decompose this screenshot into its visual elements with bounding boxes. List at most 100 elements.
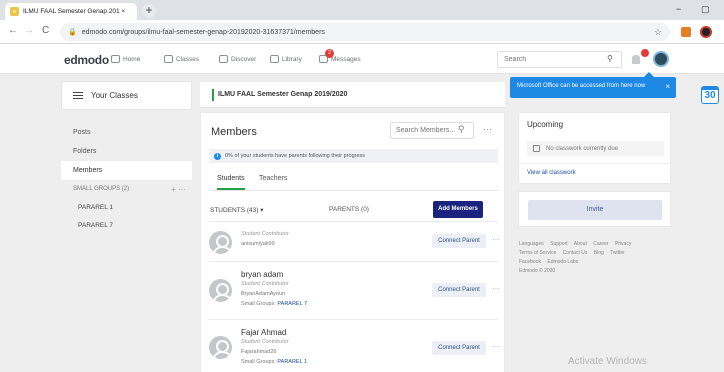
avatar[interactable] [209, 231, 232, 254]
sidebar-item-folders[interactable]: Folders [61, 142, 192, 161]
footer-link[interactable]: Support [550, 241, 568, 247]
nav-discover[interactable]: Discover [219, 55, 256, 63]
tooltip-close-icon[interactable]: × [665, 82, 670, 91]
upcoming-empty-text: No classwork currently due [546, 145, 619, 152]
your-classes-label: Your Classes [91, 91, 138, 100]
minimize-icon[interactable]: − [676, 4, 681, 14]
home-icon [111, 55, 120, 63]
copyright: Edmodo © 2020 [519, 268, 556, 274]
sidebar-item-members[interactable]: Members [61, 161, 192, 180]
search-icon[interactable]: ⚲ [458, 124, 465, 135]
info-icon: i [214, 152, 221, 160]
member-group-link[interactable]: PARAREL 1 [277, 359, 307, 365]
info-text: 0% of your students have parents followi… [225, 153, 366, 159]
footer-link[interactable]: About [574, 241, 587, 247]
footer-link[interactable]: Terms of Service [519, 250, 556, 256]
nav-library[interactable]: Library [270, 55, 302, 63]
footer-link[interactable]: Contact Us [563, 250, 588, 256]
member-role: Student Contributor [241, 231, 289, 237]
more-options-icon[interactable]: ··· [492, 284, 500, 293]
address-bar[interactable]: 🔒 edmodo.com/groups/ilmu-faal-semester-g… [60, 23, 670, 41]
nav-messages-label: Messages [331, 55, 361, 63]
search-icon[interactable]: ⚲ [607, 54, 613, 63]
discover-icon [219, 55, 228, 63]
nav-home-label: Home [123, 55, 141, 63]
back-icon[interactable]: ← [8, 25, 18, 36]
footer-link[interactable]: Edmodo Labs [547, 259, 578, 265]
extension-icon[interactable] [681, 27, 691, 37]
footer-link[interactable]: Career [593, 241, 608, 247]
new-tab-button[interactable]: + [142, 4, 156, 18]
more-options-icon[interactable]: ··· [492, 235, 500, 244]
office-tooltip: Microsoft Office can be accessed from he… [510, 72, 676, 98]
invite-card: Invite [518, 191, 671, 227]
member-group: Small Groups: PARAREL 7 [241, 301, 307, 307]
nav-classes-label: Classes [176, 55, 200, 63]
messages-badge: 2 [325, 49, 334, 58]
members-title: Members [211, 126, 257, 138]
upcoming-card: Upcoming No classwork currently due View… [518, 112, 671, 184]
browser-tabstrip: e ILMU FAAL Semester Genap 201 × + − ▢ [0, 0, 724, 20]
calendar-icon[interactable]: 30 [701, 86, 719, 104]
member-role: Student Contributor [241, 339, 289, 345]
connect-parent-button[interactable]: Connect Parent [432, 234, 486, 248]
footer-link[interactable]: Languages [519, 241, 544, 247]
more-options-icon[interactable]: ··· [483, 124, 492, 134]
tab-students[interactable]: Students [217, 175, 245, 190]
tab-teachers[interactable]: Teachers [259, 175, 287, 182]
member-group-prefix: Small Groups: [241, 359, 276, 365]
nav-home[interactable]: Home [111, 55, 140, 63]
member-name[interactable]: Fajar Ahmad [241, 328, 286, 337]
sidebar-item-posts[interactable]: Posts [61, 123, 192, 142]
nav-library-label: Library [282, 55, 302, 63]
bookmark-star-icon[interactable]: ☆ [654, 27, 662, 38]
maximize-icon[interactable]: ▢ [701, 4, 710, 15]
lock-icon: 🔒 [68, 29, 77, 36]
your-classes-button[interactable]: Your Classes [61, 81, 192, 110]
members-panel: Members ⚲ ··· i 0% of your students have… [200, 112, 505, 372]
tabs-divider [209, 190, 498, 191]
class-title: ILMU FAAL Semester Genap 2019/2020 [218, 91, 348, 98]
member-username: anisumiyati99 [241, 241, 275, 247]
reload-icon[interactable]: C [42, 25, 49, 36]
connect-parent-button[interactable]: Connect Parent [432, 283, 486, 297]
member-name[interactable]: bryan adam [241, 270, 283, 279]
avatar[interactable] [209, 279, 232, 302]
global-search-input[interactable] [497, 51, 622, 68]
member-group-link[interactable]: PARAREL 7 [277, 301, 307, 307]
view-all-classwork-link[interactable]: View all classwork [527, 170, 576, 176]
notification-badge [641, 49, 649, 57]
avatar[interactable] [209, 336, 232, 359]
sidebar-group-pararel-1[interactable]: PARAREL 1 [61, 199, 192, 217]
footer-links: Languages Support About Career Privacy T… [519, 240, 669, 276]
more-options-icon[interactable]: ··· [492, 342, 500, 351]
windows-watermark: Activate Windows [568, 356, 647, 367]
add-members-button[interactable]: Add Members [433, 201, 483, 218]
footer-link[interactable]: Facebook [519, 259, 541, 265]
sidebar-group-pararel-7[interactable]: PARAREL 7 [61, 217, 192, 235]
notification-bell-icon[interactable] [632, 55, 640, 64]
small-groups-header: SMALL GROUPS (2) + ··· [61, 180, 192, 199]
tab-title: ILMU FAAL Semester Genap 201 × [23, 8, 126, 15]
browser-tab[interactable]: e ILMU FAAL Semester Genap 201 × [5, 3, 137, 20]
edmodo-logo[interactable]: edmodo [64, 53, 109, 67]
forward-icon[interactable]: → [24, 25, 34, 36]
member-group-prefix: Small Groups: [241, 301, 276, 307]
parents-count[interactable]: PARENTS (0) [329, 206, 369, 213]
connect-parent-button[interactable]: Connect Parent [432, 341, 486, 355]
nav-classes[interactable]: Classes [164, 55, 199, 63]
footer-link[interactable]: Blog [594, 250, 604, 256]
user-avatar[interactable] [653, 51, 669, 67]
profile-extension-icon[interactable] [700, 26, 712, 38]
member-row: Fajar Ahmad Student Contributor Fajarahm… [209, 319, 500, 372]
footer-link[interactable]: Twitter [610, 250, 625, 256]
invite-button[interactable]: Invite [528, 200, 662, 220]
small-groups-controls[interactable]: + ··· [171, 180, 186, 199]
browser-toolbar: ← → C 🔒 edmodo.com/groups/ilmu-faal-seme… [0, 20, 724, 44]
class-sidebar: Posts Folders Members SMALL GROUPS (2) +… [61, 123, 192, 235]
member-username: BryanAdamAyoun [241, 291, 286, 297]
member-role: Student Contributor [241, 281, 289, 287]
students-count-dropdown[interactable]: STUDENTS (43) ▾ [210, 206, 263, 214]
footer-link[interactable]: Privacy [615, 241, 631, 247]
library-icon [270, 55, 279, 63]
